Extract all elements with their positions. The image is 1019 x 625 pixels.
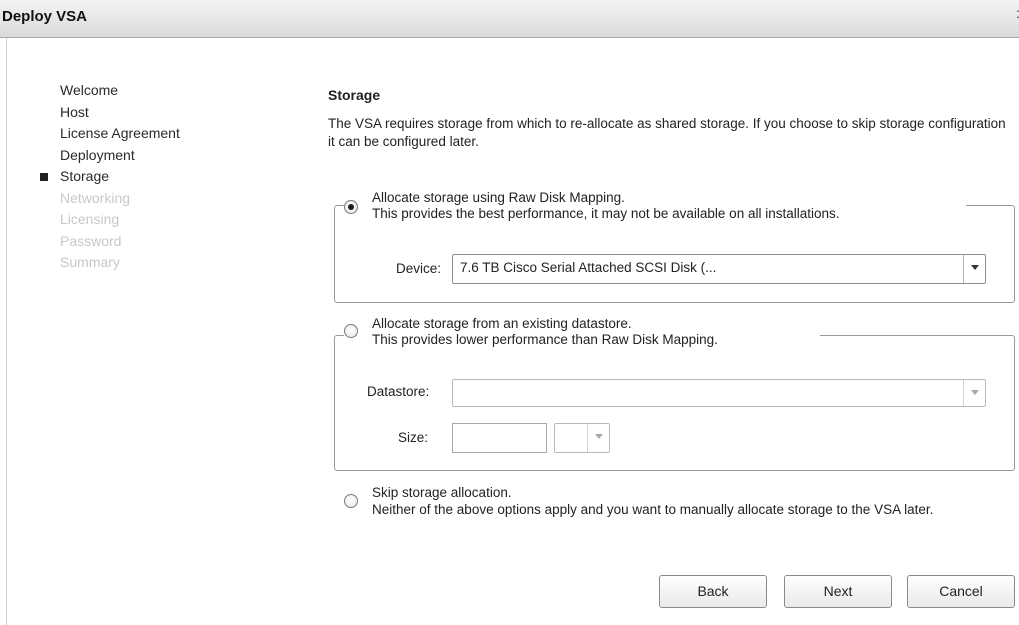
datastore-group: Datastore: Size: [334, 335, 1015, 471]
datastore-label: Datastore: [367, 384, 430, 399]
nav-step-label: License Agreement [60, 125, 180, 141]
skip-option-sublabel: Neither of the above options apply and y… [372, 502, 934, 517]
back-button[interactable]: Back [659, 575, 767, 608]
nav-step-label: Welcome [60, 82, 119, 98]
nav-step-label: Host [60, 103, 89, 120]
raw-disk-label: Allocate storage using Raw Disk Mapping. [372, 190, 625, 205]
section-title: Storage [328, 87, 381, 103]
chevron-down-icon[interactable] [587, 424, 609, 452]
chevron-down-icon[interactable] [963, 380, 985, 406]
nav-step-welcome[interactable]: Welcome [40, 80, 180, 102]
nav-step-storage[interactable]: Storage [40, 166, 180, 188]
nav-step-label: Deployment [60, 146, 135, 163]
nav-step-label: Summary [60, 254, 120, 270]
nav-step-networking: Networking [40, 188, 180, 210]
nav-step-password: Password [40, 231, 180, 253]
datastore-radio[interactable] [344, 324, 358, 338]
nav-step-label: Password [60, 232, 122, 249]
size-label: Size: [398, 430, 429, 445]
nav-step-licensing: Licensing [40, 209, 180, 231]
nav-step-label: Networking [60, 189, 131, 206]
current-step-marker-icon [40, 173, 48, 181]
nav-step-label: Storage [60, 168, 110, 184]
next-button[interactable]: Next [784, 575, 892, 608]
datastore-option-text[interactable]: Allocate storage from an existing datast… [372, 316, 718, 348]
raw-disk-sublabel: This provides the best performance, it m… [372, 206, 840, 221]
datastore-option-sublabel: This provides lower performance than Raw… [372, 332, 718, 347]
raw-disk-option: Allocate storage using Raw Disk Mapping.… [344, 190, 966, 226]
raw-disk-option-text[interactable]: Allocate storage using Raw Disk Mapping.… [372, 190, 840, 222]
device-select-value: 7.6 TB Cisco Serial Attached SCSI Disk (… [460, 260, 717, 275]
wizard-steps-nav: Welcome Host License Agreement Deploymen… [40, 80, 180, 274]
nav-step-summary: Summary [40, 252, 180, 274]
skip-radio[interactable] [344, 494, 358, 508]
section-description: The VSA requires storage from which to r… [328, 116, 1006, 149]
datastore-option: Allocate storage from an existing datast… [344, 316, 820, 352]
left-border [6, 38, 7, 625]
raw-disk-radio[interactable] [344, 200, 358, 214]
datastore-select[interactable] [452, 379, 986, 407]
datastore-option-label: Allocate storage from an existing datast… [372, 316, 632, 331]
window-title: Deploy VSA [2, 8, 88, 25]
chevron-down-icon[interactable] [963, 255, 985, 283]
device-select[interactable]: 7.6 TB Cisco Serial Attached SCSI Disk (… [452, 254, 986, 284]
skip-option-text[interactable]: Skip storage allocation. Neither of the … [372, 484, 1002, 518]
nav-step-host[interactable]: Host [40, 102, 180, 124]
nav-step-label: Licensing [60, 211, 120, 227]
skip-option-label: Skip storage allocation. [372, 485, 512, 500]
size-unit-select[interactable] [554, 423, 610, 453]
nav-step-deployment[interactable]: Deployment [40, 145, 180, 167]
cancel-button[interactable]: Cancel [907, 575, 1015, 608]
size-input[interactable] [452, 423, 547, 453]
title-bar: Deploy VSA : [0, 0, 1019, 38]
nav-step-license-agreement[interactable]: License Agreement [40, 123, 180, 145]
device-label: Device: [396, 261, 442, 276]
